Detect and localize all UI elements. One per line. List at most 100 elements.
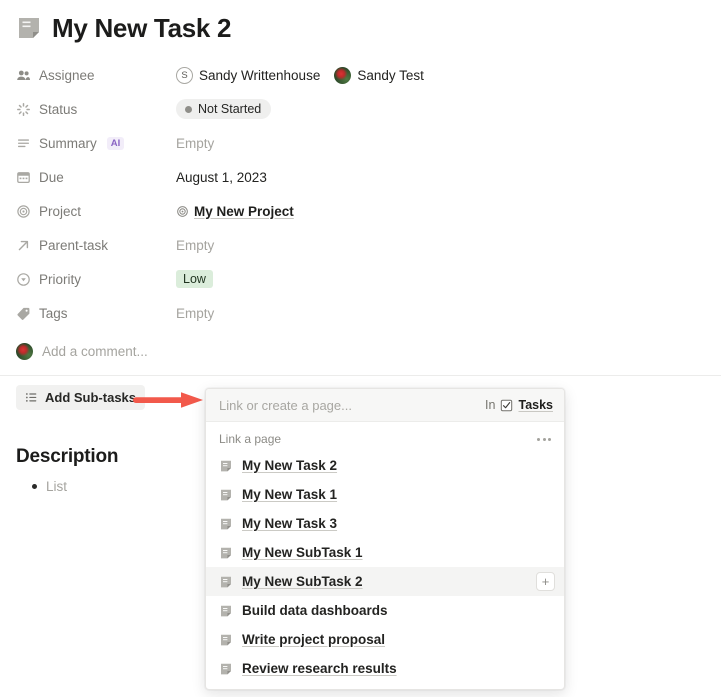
assignee-chip[interactable]: Sandy Test — [334, 66, 424, 84]
property-row-parent-task[interactable]: Parent-task Empty — [16, 228, 721, 262]
page-icon — [219, 546, 233, 560]
page-icon — [219, 604, 233, 618]
ai-badge: AI — [106, 136, 125, 150]
link-page-popover: Link or create a page... In Tasks Link a… — [205, 388, 565, 690]
property-row-assignee[interactable]: Assignee S Sandy Writtenhouse Sandy Test — [16, 58, 721, 92]
status-spinner-icon — [16, 102, 31, 117]
property-label-priority: Priority — [16, 272, 176, 287]
property-value-assignee: S Sandy Writtenhouse Sandy Test — [176, 66, 424, 84]
section-label: Link a page — [219, 432, 282, 446]
bullet-icon — [32, 484, 37, 489]
list-item-label: My New Task 2 — [242, 458, 338, 473]
list-item[interactable]: My New Task 3 — [206, 509, 564, 538]
list-item-label: My New SubTask 1 — [242, 545, 363, 560]
list-item-selected[interactable]: My New SubTask 2 + — [206, 567, 564, 596]
task-page: My New Task 2 Assignee S Sandy Writtenho… — [0, 0, 721, 697]
target-icon — [176, 205, 189, 218]
comment-composer[interactable]: Add a comment... — [0, 336, 721, 366]
property-label-status: Status — [16, 102, 176, 117]
property-label-project: Project — [16, 204, 176, 219]
list-item[interactable]: Review research results — [206, 654, 564, 683]
list-item[interactable]: Build data dashboards — [206, 596, 564, 625]
property-row-summary[interactable]: Summary AI Empty — [16, 126, 721, 160]
property-value-status: Not Started — [176, 99, 272, 119]
page-icon — [16, 15, 42, 41]
page-icon — [219, 459, 233, 473]
status-label: Not Started — [198, 102, 262, 116]
list-item-label: My New Task 1 — [242, 487, 338, 502]
property-value-tags: Empty — [176, 306, 214, 321]
property-label-parent-task: Parent-task — [16, 238, 176, 253]
link-a-page-section-header: Link a page — [206, 422, 564, 451]
list-icon — [25, 391, 38, 404]
property-name: Parent-task — [39, 237, 109, 253]
list-item-text: List — [46, 479, 68, 494]
page-icon — [219, 662, 233, 676]
list-item[interactable]: My New Task 1 — [206, 480, 564, 509]
comment-placeholder: Add a comment... — [42, 343, 148, 359]
database-name: Tasks — [518, 398, 553, 412]
property-name: Project — [39, 203, 82, 219]
calendar-icon — [16, 170, 31, 185]
list-item[interactable]: My New Task 2 — [206, 451, 564, 480]
list-item[interactable]: My New SubTask 1 — [206, 538, 564, 567]
property-row-status[interactable]: Status Not Started — [16, 92, 721, 126]
list-item-label: My New Task 3 — [242, 516, 338, 531]
property-value-project: My New Project — [176, 204, 294, 219]
avatar: S — [176, 66, 193, 84]
empty-value: Empty — [176, 135, 215, 151]
properties-list: Assignee S Sandy Writtenhouse Sandy Test — [0, 58, 721, 330]
link-search-input[interactable]: Link or create a page... — [219, 398, 352, 413]
property-row-priority[interactable]: Priority Low — [16, 262, 721, 296]
add-sub-tasks-button[interactable]: Add Sub-tasks — [16, 385, 146, 410]
property-value-parent-task: Empty — [176, 238, 214, 253]
page-icon — [219, 575, 233, 589]
property-label-tags: Tags — [16, 306, 176, 321]
property-label-summary: Summary AI — [16, 136, 176, 151]
ellipsis-icon[interactable] — [537, 437, 551, 441]
page-title: My New Task 2 — [52, 13, 232, 43]
project-name: My New Project — [194, 203, 294, 219]
property-name: Due — [39, 169, 64, 185]
add-sub-tasks-label: Add Sub-tasks — [45, 390, 137, 405]
page-icon — [219, 633, 233, 647]
red-arrow-right-icon — [133, 391, 205, 414]
list-item[interactable]: Write project proposal — [206, 625, 564, 654]
people-icon — [16, 68, 31, 83]
plus-icon[interactable]: + — [536, 572, 555, 591]
avatar — [16, 342, 33, 360]
page-icon — [219, 488, 233, 502]
list-item-label: Review research results — [242, 661, 397, 676]
property-name: Status — [39, 101, 78, 117]
property-row-tags[interactable]: Tags Empty — [16, 296, 721, 330]
empty-value: Empty — [176, 305, 215, 321]
property-value-summary: Empty — [176, 136, 214, 151]
property-row-project[interactable]: Project My New Project — [16, 194, 721, 228]
property-name: Tags — [39, 305, 68, 321]
list-item-label: Build data dashboards — [242, 603, 388, 618]
priority-tag[interactable]: Low — [176, 270, 213, 288]
assignee-chip[interactable]: S Sandy Writtenhouse — [176, 66, 320, 84]
status-badge[interactable]: Not Started — [176, 99, 272, 119]
in-label: In — [485, 398, 496, 412]
property-name: Priority — [39, 271, 82, 287]
page-header: My New Task 2 — [0, 0, 721, 44]
target-icon — [16, 204, 31, 219]
property-label-due: Due — [16, 170, 176, 185]
avatar — [334, 66, 352, 84]
list-item-label: Write project proposal — [242, 632, 386, 647]
page-icon — [219, 517, 233, 531]
assignee-name: Sandy Test — [357, 67, 424, 83]
link-search-row[interactable]: Link or create a page... In Tasks — [206, 389, 564, 422]
project-relation-link[interactable]: My New Project — [176, 204, 294, 219]
text-lines-icon — [16, 136, 31, 151]
property-value-priority: Low — [176, 270, 213, 288]
target-database-indicator[interactable]: In Tasks — [485, 398, 553, 412]
checkbox-checked-icon — [500, 399, 513, 412]
list-item-label: My New SubTask 2 — [242, 574, 363, 589]
tag-icon — [16, 306, 31, 321]
status-dot-icon — [185, 105, 192, 113]
property-name: Summary — [39, 135, 97, 151]
property-row-due[interactable]: Due August 1, 2023 — [16, 160, 721, 194]
property-value-due: August 1, 2023 — [176, 169, 267, 185]
